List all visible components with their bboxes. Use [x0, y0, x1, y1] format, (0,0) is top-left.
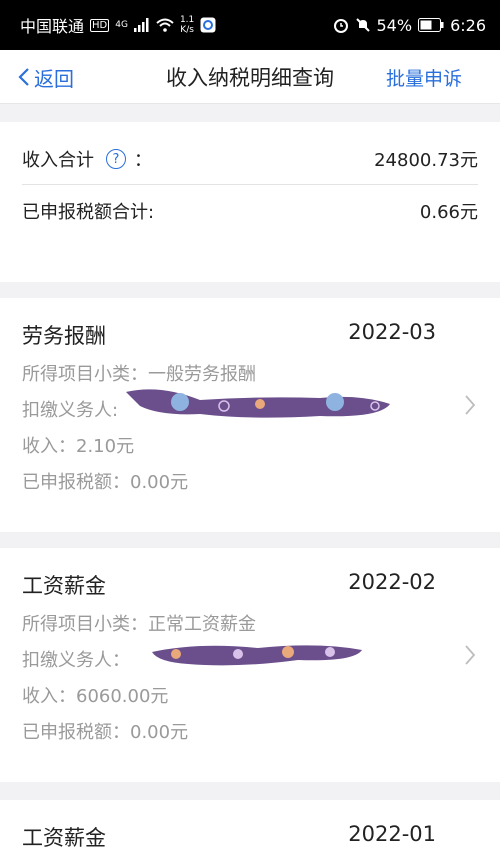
speed-unit: K/s — [180, 25, 194, 35]
chevron-left-icon — [18, 68, 29, 86]
tax-total-row: 已申报税额合计: 0.66元 — [22, 196, 478, 226]
record-title: 劳务报酬 — [22, 324, 106, 348]
income-total-label: 收入合计 — [22, 150, 94, 171]
wifi-icon — [156, 18, 174, 32]
chevron-right-icon — [465, 645, 476, 665]
income-record-card[interactable]: 劳务报酬 2022-03 所得项目小类：一般劳务报酬 扣缴义务人: 收入：2.1… — [0, 298, 500, 532]
income-record-card[interactable]: 工资薪金 2022-01 — [0, 800, 500, 866]
record-category: 所得项目小类：正常工资薪金 — [22, 614, 256, 635]
record-title: 工资薪金 — [22, 826, 106, 850]
income-total-row: 收入合计 ? ： 24800.73元 — [22, 144, 478, 174]
record-date: 2022-03 — [348, 320, 436, 344]
tax-total-label: 已申报税额合计: — [22, 202, 155, 223]
income-total-value: 24800.73元 — [374, 150, 478, 171]
record-income: 收入：6060.00元 — [22, 686, 169, 707]
navigation-bar: 返回 收入纳税明细查询 批量申诉 — [0, 50, 500, 104]
record-withholder-label: 扣缴义务人: — [22, 400, 119, 421]
back-label: 返回 — [34, 66, 74, 91]
hd-icon: HD — [90, 18, 110, 32]
back-button[interactable]: 返回 — [18, 50, 74, 104]
app-notification-icon — [200, 17, 216, 33]
record-withholder-label: 扣缴义务人： — [22, 650, 130, 671]
record-income: 收入：2.10元 — [22, 436, 135, 457]
record-date: 2022-01 — [348, 822, 436, 846]
network-type: 4G — [115, 20, 128, 30]
speed-value: 1.1 — [179, 15, 195, 25]
network-speed: 1.1 K/s — [180, 15, 194, 35]
chevron-right-icon — [465, 395, 476, 415]
summary-card: 收入合计 ? ： 24800.73元 已申报税额合计: 0.66元 — [0, 122, 500, 282]
mute-icon — [355, 17, 371, 33]
alarm-icon — [333, 17, 349, 33]
record-tax: 已申报税额：0.00元 — [22, 472, 189, 493]
income-total-colon: ： — [134, 150, 152, 171]
record-tax: 已申报税额：0.00元 — [22, 722, 189, 743]
clock-time: 6:26 — [450, 15, 486, 35]
record-title: 工资薪金 — [22, 574, 106, 598]
signal-icon — [133, 18, 150, 32]
record-date: 2022-02 — [348, 570, 436, 594]
redaction-scribble — [152, 645, 362, 666]
battery-percent: 54% — [376, 15, 413, 35]
status-bar: 中国联通 HD 4G 1.1 K/s 54% 6:26 — [0, 0, 500, 50]
income-record-card[interactable]: 工资薪金 2022-02 所得项目小类：正常工资薪金 扣缴义务人： 收入：606… — [0, 548, 500, 782]
summary-divider — [22, 184, 478, 185]
batch-appeal-button[interactable]: 批量申诉 — [386, 50, 462, 104]
battery-icon — [418, 18, 444, 32]
carrier-name: 中国联通 — [20, 17, 85, 36]
tax-total-value: 0.66元 — [419, 202, 478, 223]
redaction-scribble — [126, 389, 390, 418]
help-icon[interactable]: ? — [106, 149, 126, 169]
